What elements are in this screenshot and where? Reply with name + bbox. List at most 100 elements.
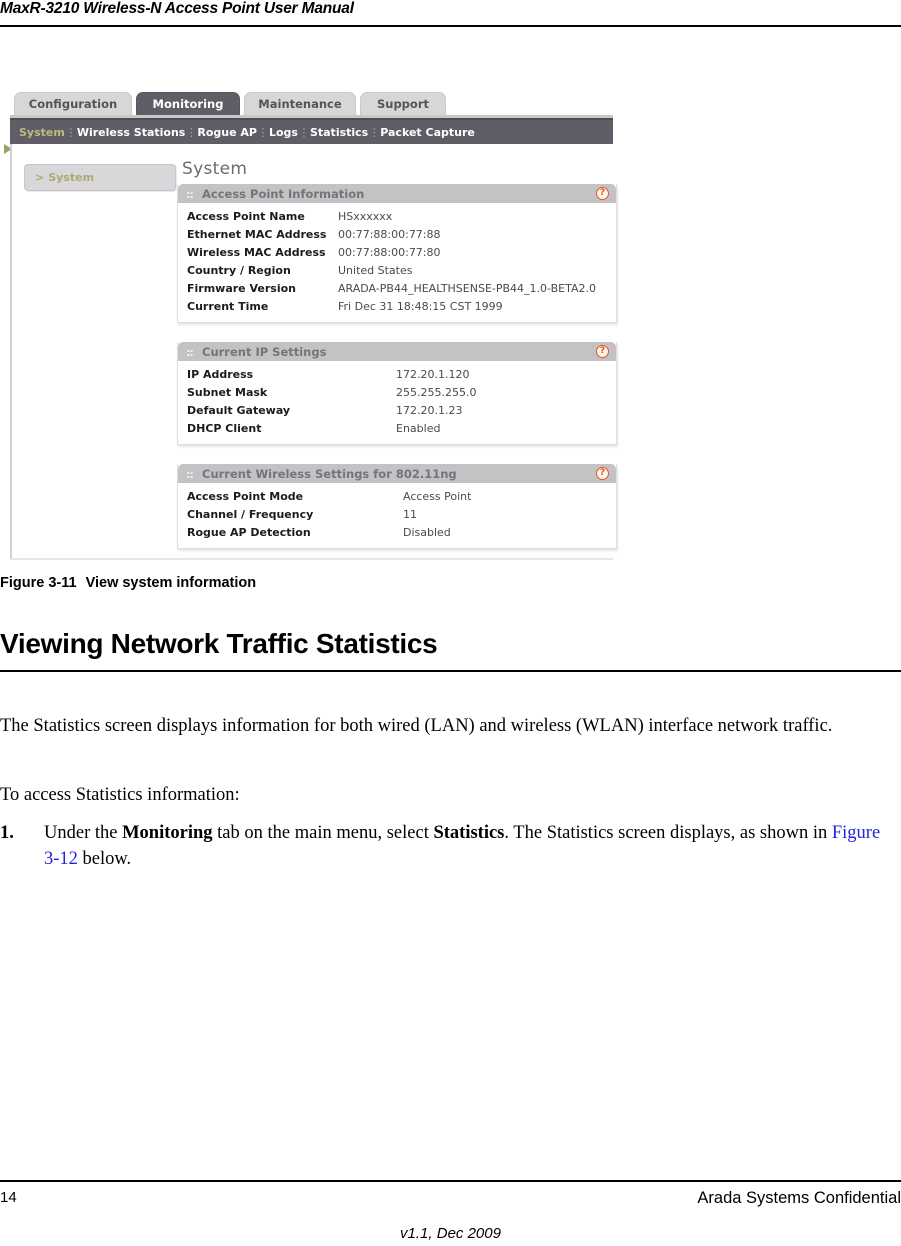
- submenu-item-statistics[interactable]: Statistics: [310, 126, 368, 139]
- row-label: Access Point Name: [187, 210, 305, 223]
- row-value: 255.255.255.0: [396, 386, 477, 399]
- panel-header: :: Current IP Settings ?: [178, 342, 616, 361]
- panel-title-current-ip-settings: Current IP Settings: [202, 345, 327, 359]
- figure-screenshot-image: Configuration Monitoring Maintenance Sup…: [0, 72, 660, 562]
- table-row: Country / Region United States: [178, 262, 616, 280]
- row-value: United States: [338, 264, 413, 277]
- step-text-part-2: tab on the main menu, select: [212, 823, 434, 843]
- submenu-separator: ⋮: [368, 126, 380, 139]
- page-running-header: MaxR-3210 Wireless-N Access Point User M…: [0, 0, 901, 27]
- row-value: Access Point: [403, 490, 472, 503]
- panel-current-wireless-settings: :: Current Wireless Settings for 802.11n…: [177, 464, 617, 549]
- table-row: Ethernet MAC Address 00:77:88:00:77:88: [178, 226, 616, 244]
- table-row: Subnet Mask 255.255.255.0: [178, 384, 616, 402]
- row-label: Default Gateway: [187, 404, 291, 417]
- table-row: Access Point Name HSxxxxxx: [178, 208, 616, 226]
- footer-confidentiality-notice: Arada Systems Confidential: [697, 1189, 901, 1207]
- row-label: Firmware Version: [187, 282, 296, 295]
- sidebar-system-text: System: [48, 171, 95, 184]
- section-heading: Viewing Network Traffic Statistics: [0, 625, 901, 672]
- submenu-item-logs[interactable]: Logs: [269, 126, 298, 139]
- sidebar-item-system-label: > System: [35, 171, 94, 184]
- running-header-title: MaxR-3210 Wireless-N Access Point User M…: [0, 0, 354, 17]
- table-row: IP Address 172.20.1.120: [178, 366, 616, 384]
- table-row: Access Point Mode Access Point: [178, 488, 616, 506]
- submenu-separator: ⋮: [185, 126, 197, 139]
- row-label: DHCP Client: [187, 422, 262, 435]
- table-row: DHCP Client Enabled: [178, 420, 616, 438]
- table-row: Firmware Version ARADA-PB44_HEALTHSENSE-P…: [178, 280, 616, 298]
- panel-body: IP Address 172.20.1.120 Subnet Mask 255.25…: [178, 361, 616, 444]
- help-icon[interactable]: ?: [596, 187, 609, 200]
- tab-support[interactable]: Support: [360, 92, 446, 115]
- table-row: Wireless MAC Address 00:77:88:00:77:80: [178, 244, 616, 262]
- row-label: Country / Region: [187, 264, 291, 277]
- figure-caption: Figure 3-11 View system information: [0, 575, 901, 591]
- figure-number: Figure 3-11: [0, 575, 77, 591]
- submenu-item-list: System⋮Wireless Stations⋮Rogue AP⋮Logs⋮S…: [19, 120, 475, 144]
- grip-dots-icon: ::: [186, 188, 194, 201]
- paragraph-intro: The Statistics screen displays informati…: [0, 716, 833, 736]
- row-value: Disabled: [403, 526, 451, 539]
- table-row: Default Gateway 172.20.1.23: [178, 402, 616, 420]
- step-text-part-4: below.: [77, 849, 132, 869]
- screenshot-bottom-border: [10, 558, 613, 560]
- step-text: Under the Monitoring tab on the main men…: [44, 820, 900, 872]
- row-label: Subnet Mask: [187, 386, 268, 399]
- submenu-item-system[interactable]: System: [19, 126, 65, 139]
- submenu-item-rogue-ap[interactable]: Rogue AP: [197, 126, 257, 139]
- row-value: 172.20.1.23: [396, 404, 463, 417]
- row-label: Ethernet MAC Address: [187, 228, 327, 241]
- row-value: ARADA-PB44_HEALTHSENSE-PB44_1.0-BETA2.0: [338, 282, 596, 295]
- main-tab-strip: Configuration Monitoring Maintenance Sup…: [10, 92, 613, 118]
- submenu-item-packet-capture[interactable]: Packet Capture: [380, 126, 475, 139]
- panel-title-access-point-information: Access Point Information: [202, 187, 365, 201]
- figure-caption-text: View system information: [85, 575, 257, 591]
- panel-body: Access Point Mode Access Point Channel / …: [178, 483, 616, 548]
- row-value: 172.20.1.120: [396, 368, 470, 381]
- section-heading-text: Viewing Network Traffic Statistics: [0, 628, 438, 659]
- ui-content-area: > System System :: Access Point Informati…: [10, 144, 617, 558]
- submenu-separator: ⋮: [65, 126, 77, 139]
- step-number: 1.: [0, 823, 14, 843]
- submenu-separator: ⋮: [298, 126, 310, 139]
- step-bold-statistics: Statistics: [433, 823, 505, 843]
- help-icon[interactable]: ?: [596, 467, 609, 480]
- list-item: 1. Under the Monitoring tab on the main …: [0, 820, 901, 872]
- table-row: Channel / Frequency 11: [178, 506, 616, 524]
- tab-maintenance[interactable]: Maintenance: [244, 92, 356, 115]
- row-value: Enabled: [396, 422, 441, 435]
- submenu-separator: ⋮: [257, 126, 269, 139]
- grip-dots-icon: ::: [186, 468, 194, 481]
- row-label: Channel / Frequency: [187, 508, 314, 521]
- tab-configuration[interactable]: Configuration: [14, 92, 132, 115]
- step-text-part-3: . The Statistics screen displays, as sho…: [504, 823, 832, 843]
- row-label: Wireless MAC Address: [187, 246, 326, 259]
- paragraph-access: To access Statistics information:: [0, 785, 240, 805]
- web-ui-screenshot: Configuration Monitoring Maintenance Sup…: [0, 72, 660, 562]
- row-label: Access Point Mode: [187, 490, 304, 503]
- table-row: Current Time Fri Dec 31 18:48:15 CST 1999: [178, 298, 616, 316]
- row-label: Current Time: [187, 300, 269, 313]
- numbered-step-list: 1. Under the Monitoring tab on the main …: [0, 820, 901, 872]
- panel-header: :: Access Point Information ?: [178, 184, 616, 203]
- sidebar-item-system[interactable]: > System: [24, 164, 176, 191]
- submenu-item-wireless-stations[interactable]: Wireless Stations: [77, 126, 186, 139]
- section-heading-rule: [0, 670, 901, 672]
- footer-rule: [0, 1180, 901, 1182]
- table-row: Rogue AP Detection Disabled: [178, 524, 616, 542]
- panel-title-current-wireless-settings: Current Wireless Settings for 802.11ng: [202, 467, 457, 481]
- help-icon[interactable]: ?: [596, 345, 609, 358]
- row-value: HSxxxxxx: [338, 210, 393, 223]
- row-label: Rogue AP Detection: [187, 526, 311, 539]
- panel-current-ip-settings: :: Current IP Settings ? IP Address 172.2…: [177, 342, 617, 445]
- footer-version: v1.1, Dec 2009: [400, 1225, 501, 1242]
- step-bold-monitoring: Monitoring: [122, 823, 213, 843]
- footer-page-number: 14: [0, 1189, 17, 1206]
- header-rule: [0, 25, 901, 27]
- row-value: 00:77:88:00:77:80: [338, 246, 441, 259]
- tab-monitoring[interactable]: Monitoring: [136, 92, 240, 115]
- panel-body: Access Point Name HSxxxxxx Ethernet MAC A…: [178, 203, 616, 322]
- row-value: 11: [403, 508, 417, 521]
- panel-access-point-information: :: Access Point Information ? Access Poi…: [177, 184, 617, 323]
